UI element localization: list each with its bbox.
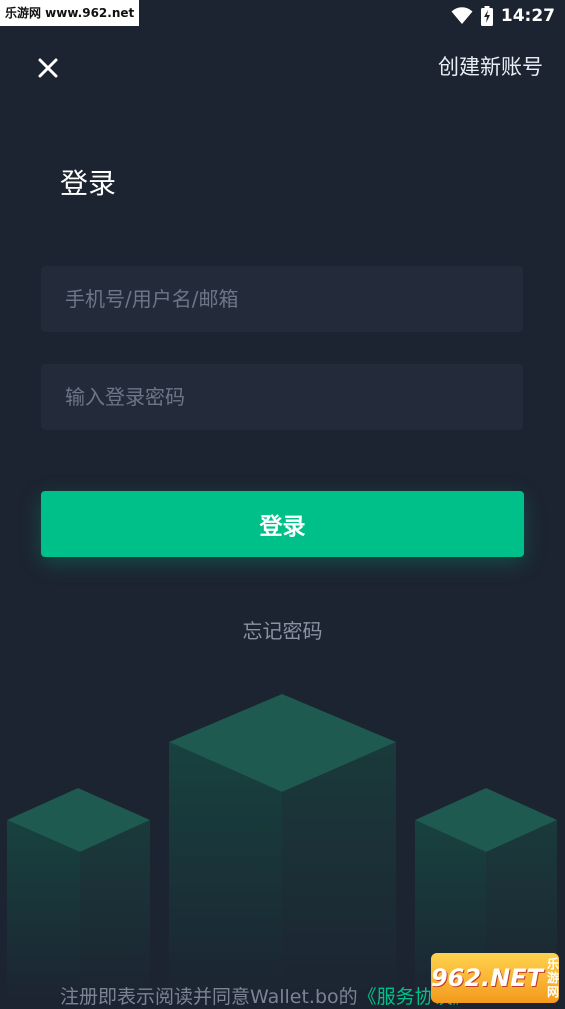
logo-sub-text: 乐游网 [547, 957, 560, 999]
username-input[interactable] [41, 266, 523, 332]
watermark-label: 乐游网 www.962.net [0, 0, 140, 26]
password-input[interactable] [41, 364, 523, 430]
close-icon [38, 58, 58, 78]
status-bar: 乐游网 www.962.net 14:27 [0, 0, 565, 32]
agreement-text: 注册即表示阅读并同意Wallet.bo的《服务协议》 [60, 982, 472, 1009]
wifi-icon [451, 7, 473, 24]
logo-main-text: 962.NET [430, 964, 544, 992]
close-button[interactable] [32, 52, 64, 84]
site-logo-overlay: 962.NET 乐游网 [431, 953, 559, 1003]
status-icons: 14:27 [451, 4, 555, 28]
create-account-link[interactable]: 创建新账号 [438, 52, 543, 82]
page-title: 登录 [60, 167, 117, 200]
login-button[interactable]: 登录 [41, 491, 524, 557]
forgot-password-link[interactable]: 忘记密码 [0, 615, 565, 644]
agreement-prefix: 注册即表示阅读并同意Wallet.bo的 [60, 986, 358, 1008]
battery-charging-icon [480, 6, 493, 26]
status-time: 14:27 [500, 6, 555, 26]
